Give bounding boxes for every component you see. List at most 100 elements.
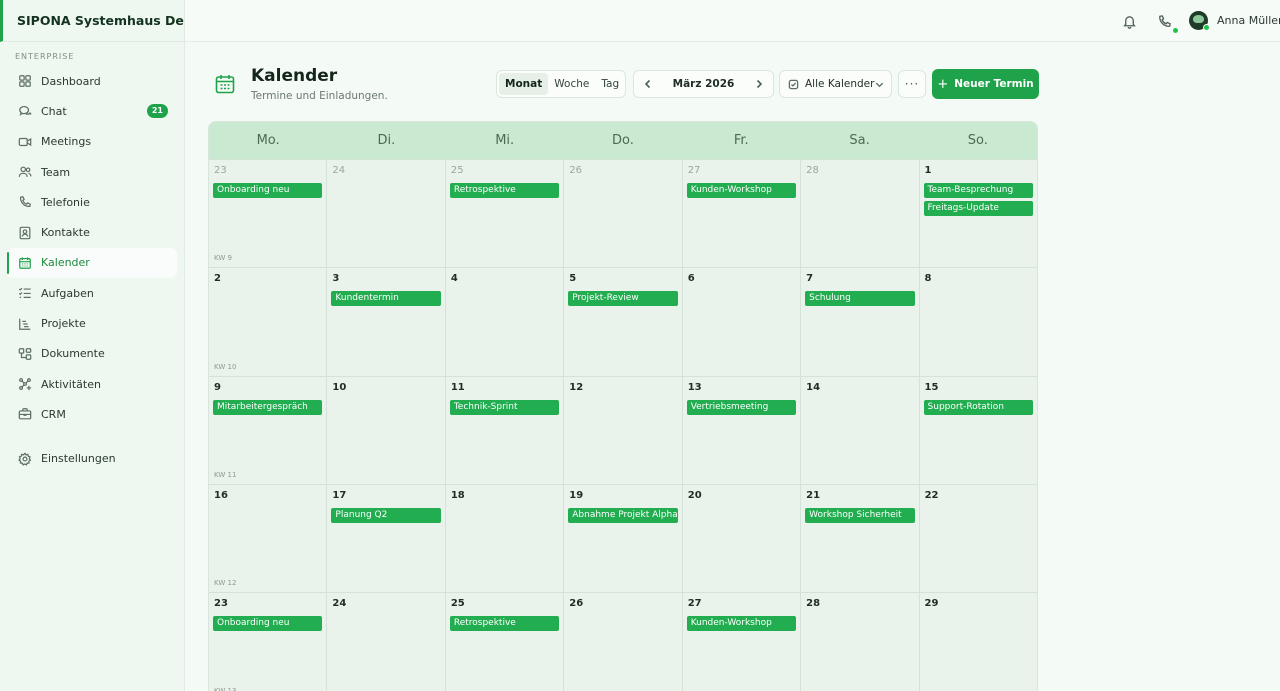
calendar-day-cell[interactable]: 25 Retrospektive: [444, 160, 563, 268]
day-number: 1: [924, 165, 932, 176]
sidebar-item-telefonie[interactable]: Telefonie: [7, 187, 177, 217]
sidebar-item-aktivitaeten[interactable]: Aktivitäten: [7, 369, 177, 399]
calendar-event[interactable]: Freitags-Update: [923, 201, 1033, 216]
calendar-day-cell[interactable]: 5 Projekt-Review: [563, 268, 681, 376]
calendar-event[interactable]: Kunden-Workshop: [686, 616, 797, 632]
calendar-day-cell[interactable]: 22: [918, 484, 1037, 593]
calendar-day-cell[interactable]: 14: [800, 376, 918, 484]
calendar-day-cell[interactable]: 23 Onboarding neu KW 9: [209, 160, 326, 267]
view-month-button[interactable]: Monat: [499, 73, 549, 95]
calendar-day-cell[interactable]: 26: [563, 160, 681, 268]
calendar-day-cell[interactable]: 21 Workshop Sicherheit: [800, 484, 918, 593]
current-month: März 2026: [672, 78, 735, 90]
calendar-event[interactable]: Mitarbeitergespräch: [213, 399, 323, 415]
sidebar-item-label: Aufgaben: [41, 286, 94, 300]
calendar-day-cell[interactable]: 1 Team-Besprechung Freitags-Update: [918, 160, 1037, 268]
day-number: 3: [332, 273, 340, 285]
view-day-button[interactable]: Tag: [595, 73, 625, 95]
day-number: 29: [924, 598, 939, 610]
calendar-day-cell[interactable]: 29: [918, 593, 1037, 691]
sidebar-item-chat[interactable]: Chat 21: [7, 96, 177, 126]
calendar-day-cell[interactable]: 17 Planung Q2: [326, 484, 444, 593]
calendar-day-cell[interactable]: 27 Kunden-Workshop: [681, 160, 800, 268]
day-number: 2: [214, 273, 221, 285]
calendar-event[interactable]: Abnahme Projekt Alpha: [568, 507, 678, 523]
sidebar-item-team[interactable]: Team: [7, 157, 177, 187]
calendar-day-cell[interactable]: 16 KW 12: [209, 485, 326, 592]
calendar-event[interactable]: Retrospektive: [449, 616, 560, 632]
workspace-name[interactable]: SIPONA Systemhaus Demo...: [0, 0, 184, 42]
calendar-day-cell[interactable]: 20: [681, 484, 800, 593]
day-number: 18: [450, 489, 465, 501]
sidebar-item-aufgaben[interactable]: Aufgaben: [7, 278, 177, 308]
calendar-day-cell[interactable]: 25 Retrospektive: [444, 593, 563, 691]
calendar-day-cell[interactable]: 13 Vertriebsmeeting: [681, 376, 800, 484]
sidebar-item-einstellungen[interactable]: Einstellungen: [7, 444, 177, 474]
calendar-event[interactable]: Technik-Sprint: [449, 399, 560, 415]
calendar-day-cell[interactable]: 7 Schulung: [800, 268, 918, 376]
calendar-day-cell[interactable]: 4: [444, 268, 563, 376]
calendar-event[interactable]: Onboarding neu: [213, 616, 323, 632]
calendar-day-cell[interactable]: 24: [326, 593, 444, 691]
calendar-event[interactable]: Retrospektive: [449, 183, 560, 198]
day-number: 17: [332, 489, 347, 501]
contacts-icon: [17, 225, 33, 241]
day-number: 23: [214, 598, 228, 610]
calendar-day-cell[interactable]: 9 Mitarbeitergespräch KW 11: [209, 377, 326, 484]
sidebar-item-dokumente[interactable]: Dokumente: [7, 339, 177, 369]
day-number: 20: [687, 489, 702, 501]
sidebar-item-kontakte[interactable]: Kontakte: [7, 217, 177, 247]
calendar-day-cell[interactable]: 28: [800, 593, 918, 691]
page-subtitle: Termine und Einladungen.: [251, 90, 388, 102]
user-name[interactable]: Anna Müller: [1217, 14, 1280, 27]
calendar-day-cell[interactable]: 11 Technik-Sprint: [444, 376, 563, 484]
chevron-left-icon[interactable]: [642, 78, 654, 90]
calendar-day-cell[interactable]: 23 Onboarding neu KW 13: [209, 593, 326, 691]
sidebar-item-projekte[interactable]: Projekte: [7, 308, 177, 338]
calendar-day-cell[interactable]: 3 Kundentermin: [326, 268, 444, 376]
view-week-button[interactable]: Woche: [548, 73, 595, 95]
calendar-day-cell[interactable]: 28: [800, 160, 918, 268]
calendar-day-cell[interactable]: 2 KW 10: [209, 268, 326, 375]
chevron-right-icon[interactable]: [753, 78, 765, 90]
calendar-day-cell[interactable]: 18: [444, 484, 563, 593]
calendar-day-cell[interactable]: 6: [681, 268, 800, 376]
sidebar-item-label: Projekte: [41, 317, 86, 331]
calendar-day-cell[interactable]: 24: [326, 160, 444, 268]
calendar-day-cell[interactable]: 10: [326, 376, 444, 484]
bell-icon[interactable]: [1120, 12, 1138, 30]
calendar-event[interactable]: Kundentermin: [331, 291, 441, 307]
day-number: 25: [450, 598, 465, 610]
phone-status-icon[interactable]: [1155, 12, 1173, 30]
new-appointment-button[interactable]: + Neuer Termin: [932, 69, 1039, 99]
calendar-day-cell[interactable]: 27 Kunden-Workshop: [681, 593, 800, 691]
calendar-day-cell[interactable]: 8: [918, 268, 1037, 376]
calendar-day-cell[interactable]: 26: [563, 593, 681, 691]
calendar-event[interactable]: Workshop Sicherheit: [805, 507, 915, 523]
sidebar-item-crm[interactable]: CRM: [7, 399, 177, 429]
calendar-event[interactable]: Planung Q2: [331, 507, 441, 523]
calendar-event[interactable]: Vertriebsmeeting: [686, 399, 797, 415]
calendar-event[interactable]: Onboarding neu: [213, 183, 323, 198]
sidebar: SIPONA Systemhaus Demo... ENTERPRISE Das…: [0, 0, 185, 691]
sidebar-item-kalender[interactable]: Kalender: [7, 247, 177, 279]
calendar-filter-select[interactable]: Alle Kalender: [779, 70, 892, 98]
video-icon: [17, 134, 33, 150]
calendar-event[interactable]: Schulung: [805, 291, 915, 307]
calendar-event[interactable]: Team-Besprechung: [923, 183, 1033, 198]
settings-icon: [17, 451, 33, 467]
dashboard-icon: [17, 73, 33, 89]
day-number: 15: [924, 381, 939, 393]
calendar-day-cell[interactable]: 15 Support-Rotation: [918, 376, 1037, 484]
calendar-event[interactable]: Support-Rotation: [923, 399, 1033, 415]
sidebar-item-dashboard[interactable]: Dashboard: [7, 66, 177, 96]
weekday-header: Mo. Di. Mi. Do. Fr. Sa. So.: [209, 122, 1037, 159]
more-options-button[interactable]: ···: [898, 70, 926, 98]
sidebar-item-meetings[interactable]: Meetings: [7, 127, 177, 157]
sidebar-item-label: Kalender: [41, 256, 90, 270]
calendar-event[interactable]: Kunden-Workshop: [686, 183, 797, 198]
calendar-day-cell[interactable]: 12: [563, 376, 681, 484]
day-number: 6: [687, 273, 695, 285]
calendar-day-cell[interactable]: 19 Abnahme Projekt Alpha: [563, 484, 681, 593]
calendar-event[interactable]: Projekt-Review: [568, 291, 678, 307]
